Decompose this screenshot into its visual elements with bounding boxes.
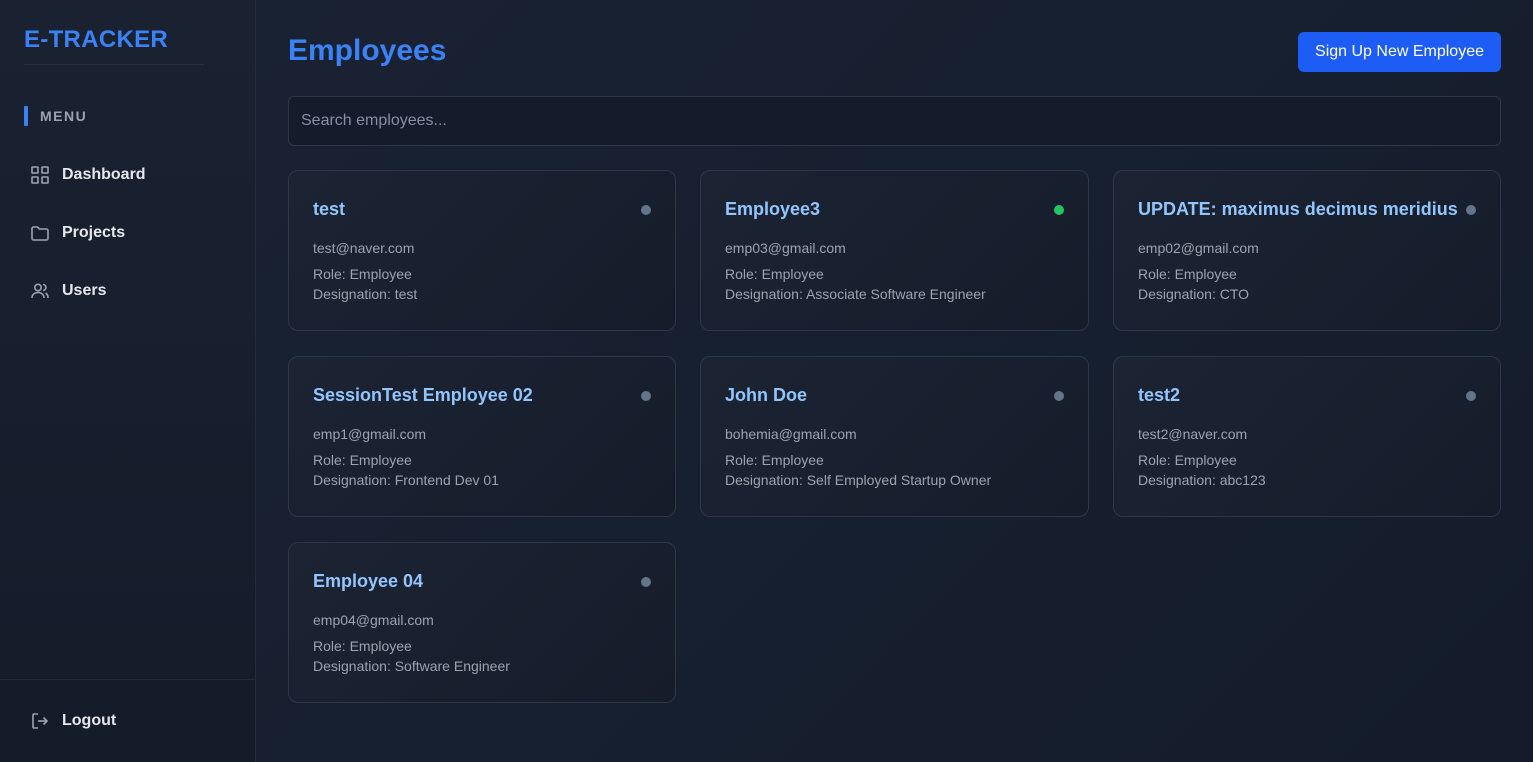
menu-header: MENU [24, 106, 87, 126]
search-box [288, 96, 1501, 146]
employee-name: John Doe [725, 385, 808, 405]
employee-name: UPDATE: maximus decimus meridius [1138, 199, 1458, 219]
page-title: Employees [288, 34, 447, 67]
employee-card[interactable]: Employee 04 emp04@gmail.com Role: Employee… [288, 542, 676, 703]
employee-card[interactable]: test test@naver.com Role: Employee Designat… [288, 170, 676, 331]
employee-grid: test test@naver.com Role: Employee Designat… [288, 170, 1501, 703]
grid-icon [31, 166, 49, 184]
employee-designation: Designation: abc123 [1138, 472, 1266, 488]
employee-designation: Designation: CTO [1138, 286, 1250, 302]
sidebar-item-dashboard[interactable]: Dashboard [24, 155, 232, 195]
employee-role: Role: Employee [313, 452, 412, 468]
employee-email: emp1@gmail.com [313, 426, 427, 442]
logout-label: Logout [62, 712, 117, 729]
employee-designation: Designation: Frontend Dev 01 [313, 472, 499, 488]
employee-card[interactable]: UPDATE: maximus decimus meridius emp02@gm… [1113, 170, 1501, 331]
users-icon [31, 283, 49, 299]
status-indicator [641, 577, 651, 587]
employee-designation: Designation: Associate Software Engineer [725, 286, 986, 302]
status-indicator [1466, 205, 1476, 215]
folder-icon [31, 226, 49, 241]
employee-name: test2 [1138, 385, 1181, 405]
sign-up-employee-button[interactable]: Sign Up New Employee [1298, 32, 1501, 72]
app-logo[interactable]: E-TRACKER [24, 26, 204, 65]
employee-card[interactable]: John Doe bohemia@gmail.com Role: Employee D… [700, 356, 1089, 517]
employee-email: bohemia@gmail.com [725, 426, 857, 442]
status-indicator [1466, 391, 1476, 401]
sidebar-item-label: Dashboard [62, 166, 146, 183]
employee-email: test@naver.com [313, 240, 415, 256]
employee-role: Role: Employee [725, 452, 824, 468]
status-indicator [1054, 205, 1064, 215]
sidebar-item-label: Users [62, 282, 107, 299]
menu-header-label: MENU [40, 108, 88, 124]
employee-card[interactable]: SessionTest Employee 02 emp1@gmail.com Rol… [288, 356, 676, 517]
search-input[interactable] [301, 112, 1500, 130]
sidebar-item-label: Projects [62, 224, 126, 241]
main-content: Employees Sign Up New Employee test test@… [288, 0, 1501, 762]
employee-designation: Designation: Software Engineer [313, 658, 510, 674]
sidebar-item-users[interactable]: Users [24, 271, 232, 311]
status-indicator [641, 391, 651, 401]
employee-designation: Designation: test [313, 286, 418, 302]
sidebar-item-projects[interactable]: Projects [24, 213, 232, 253]
employee-designation: Designation: Self Employed Startup Owner [725, 472, 992, 488]
menu-accent-bar [24, 106, 28, 126]
status-indicator [1054, 391, 1064, 401]
employee-name: test [313, 199, 346, 219]
employee-email: emp03@gmail.com [725, 240, 846, 256]
employee-email: emp04@gmail.com [313, 612, 434, 628]
employee-name: SessionTest Employee 02 [313, 385, 533, 405]
status-indicator [641, 205, 651, 215]
employee-email: test2@naver.com [1138, 426, 1248, 442]
sidebar: E-TRACKER MENU Dashboard Projects Users [0, 0, 256, 762]
employee-role: Role: Employee [313, 266, 412, 282]
employee-email: emp02@gmail.com [1138, 240, 1259, 256]
logout-button[interactable]: Logout [24, 701, 232, 741]
employee-card[interactable]: test2 test2@naver.com Role: Employee Design… [1113, 356, 1501, 517]
employee-card[interactable]: Employee3 emp03@gmail.com Role: Employee De… [700, 170, 1089, 331]
employee-role: Role: Employee [1138, 452, 1237, 468]
employee-role: Role: Employee [1138, 266, 1237, 282]
logout-icon [32, 713, 49, 729]
employee-name: Employee3 [725, 199, 821, 219]
employee-role: Role: Employee [313, 638, 412, 654]
employee-role: Role: Employee [725, 266, 824, 282]
employee-name: Employee 04 [313, 571, 424, 591]
sidebar-divider [0, 679, 255, 680]
